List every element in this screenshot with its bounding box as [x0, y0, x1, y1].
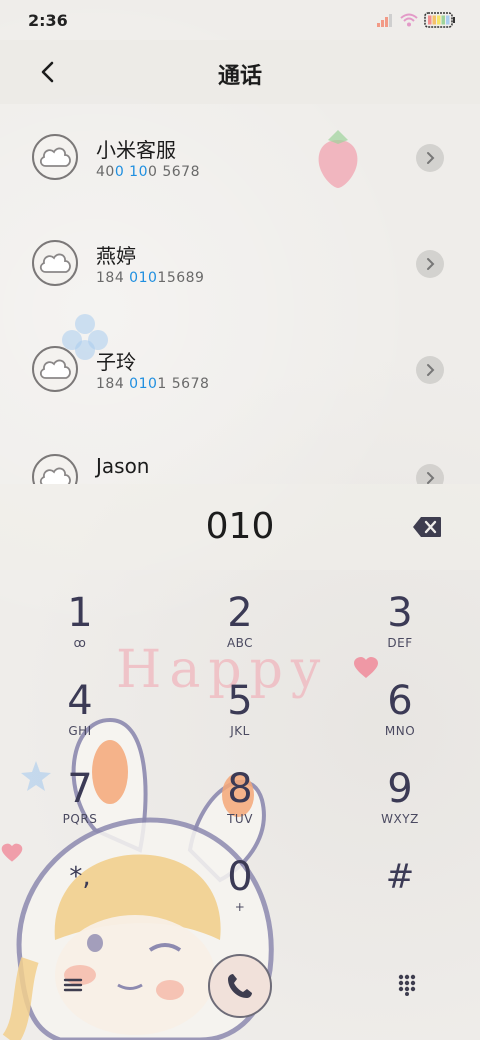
key-3[interactable]: 3 DEF	[340, 570, 460, 656]
header: 通话	[0, 40, 480, 104]
voicemail-icon: ꝏ	[73, 636, 87, 650]
key-digit: 1	[67, 590, 93, 636]
key-digit: 8	[227, 766, 253, 812]
key-digit: 2	[227, 590, 253, 636]
backspace-button[interactable]	[412, 516, 442, 538]
contact-detail-button[interactable]	[416, 464, 444, 484]
contact-row[interactable]: 燕婷 184 01015689	[0, 210, 480, 316]
phone-icon	[228, 974, 252, 998]
cloud-avatar-icon	[39, 359, 71, 379]
number-part: 15689	[157, 270, 205, 286]
contact-row[interactable]: 子玲 184 0101 5678	[0, 316, 480, 422]
chevron-right-icon	[427, 258, 435, 270]
key-digit: 0	[227, 854, 253, 900]
chevron-right-icon	[427, 152, 435, 164]
key-letters: MNO	[384, 724, 416, 738]
wifi-icon	[400, 13, 418, 27]
contact-name: Jason	[96, 454, 150, 478]
cloud-avatar-icon	[39, 253, 71, 273]
key-6[interactable]: 6 MNO	[340, 658, 460, 744]
avatar	[32, 240, 78, 286]
keypad: 1 ꝏ 2 ABC 3 DEF 4 GHI 5 JKL 6 MNO 7 PQRS…	[0, 570, 480, 930]
number-match: 010	[129, 270, 158, 286]
call-button[interactable]	[208, 954, 272, 1018]
key-digit: #	[385, 857, 415, 897]
contact-name: 子玲	[96, 350, 136, 374]
bottom-bar	[0, 940, 480, 1040]
contact-number: 184 01015689	[96, 270, 204, 286]
contact-row[interactable]: Jason	[0, 422, 480, 484]
number-part: 1 5678	[157, 376, 210, 392]
key-7[interactable]: 7 PQRS	[20, 746, 140, 832]
key-digit: 9	[387, 766, 413, 812]
key-digit: 6	[387, 678, 413, 724]
key-letters: ABC	[226, 636, 254, 650]
signal-icon	[377, 14, 392, 27]
contact-detail-button[interactable]	[416, 356, 444, 384]
menu-icon	[63, 978, 83, 992]
contact-row[interactable]: 小米客服 400 100 5678	[0, 104, 480, 210]
key-letters: DEF	[387, 636, 413, 650]
status-icons	[376, 12, 456, 28]
number-part: 0 5678	[148, 164, 200, 180]
key-letters: PQRS	[62, 812, 98, 826]
contact-number: 184 0101 5678	[96, 376, 209, 392]
key-2[interactable]: 2 ABC	[180, 570, 300, 656]
dialed-number: 010	[205, 506, 275, 547]
backspace-icon	[413, 517, 441, 537]
contact-number: 400 100 5678	[96, 164, 200, 180]
key-hash[interactable]: #	[340, 834, 460, 920]
key-letters: +	[234, 900, 246, 914]
key-8[interactable]: 8 TUV	[180, 746, 300, 832]
contact-list: 小米客服 400 100 5678 燕婷 184 01015689 子玲 184…	[0, 104, 480, 484]
number-match: 010	[129, 376, 158, 392]
key-digit: 7	[67, 766, 93, 812]
key-9[interactable]: 9 WXYZ	[340, 746, 460, 832]
key-1[interactable]: 1 ꝏ	[20, 570, 140, 656]
avatar	[32, 346, 78, 392]
contact-detail-button[interactable]	[416, 250, 444, 278]
contact-detail-button[interactable]	[416, 144, 444, 172]
avatar	[32, 134, 78, 180]
chevron-right-icon	[427, 364, 435, 376]
cloud-avatar-icon	[39, 467, 71, 484]
key-digit: 3	[387, 590, 413, 636]
key-0[interactable]: 0 +	[180, 834, 300, 920]
page-title: 通话	[217, 64, 262, 89]
menu-button[interactable]	[58, 970, 88, 1000]
status-time: 2:36	[28, 11, 68, 30]
avatar	[32, 454, 78, 484]
key-digit: 4	[67, 678, 93, 724]
key-5[interactable]: 5 JKL	[180, 658, 300, 744]
key-letters: GHI	[68, 724, 92, 738]
dial-input[interactable]: 010	[0, 484, 480, 570]
key-digit: 5	[227, 678, 253, 724]
chevron-right-icon	[427, 472, 435, 484]
status-bar: 2:36	[0, 0, 480, 40]
contact-name: 燕婷	[96, 244, 136, 268]
cloud-avatar-icon	[39, 147, 71, 167]
key-4[interactable]: 4 GHI	[20, 658, 140, 744]
key-letters: TUV	[227, 812, 253, 826]
battery-icon	[424, 12, 455, 28]
contact-name: 小米客服	[96, 138, 176, 162]
keypad-toggle-button[interactable]	[392, 970, 422, 1000]
key-letters: WXYZ	[381, 812, 419, 826]
number-part: 184	[96, 270, 130, 286]
number-part: 40	[96, 164, 115, 180]
number-match: 0 10	[114, 164, 148, 180]
dialpad-icon	[398, 974, 416, 996]
key-digit: *,	[69, 862, 91, 892]
key-star[interactable]: *,	[20, 834, 140, 920]
key-letters: JKL	[230, 724, 250, 738]
number-part: 184	[96, 376, 130, 392]
